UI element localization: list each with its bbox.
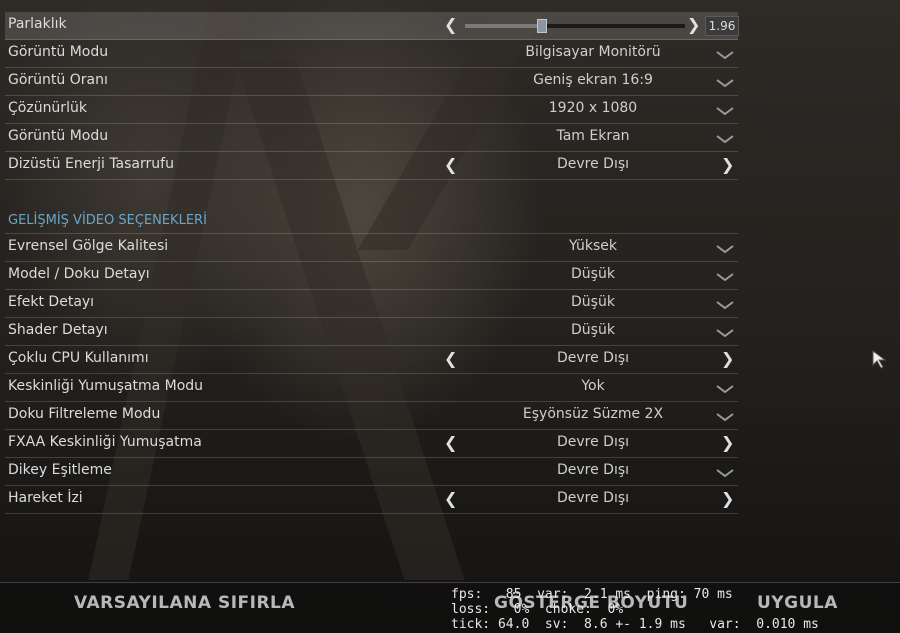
chevron-down-icon[interactable] [716,384,734,394]
setting-label: Görüntü Modu [8,44,109,60]
arrow-left-icon[interactable]: ❮ [444,433,457,453]
setting-row[interactable]: Çözünürlük 1920 x 1080 [5,96,738,124]
setting-value[interactable]: Devre Dışı [448,490,738,506]
setting-row[interactable]: Görüntü Modu Tam Ekran [5,124,738,152]
setting-row[interactable]: FXAA Keskinliği Yumuşatma Devre Dışı ❮ ❯ [5,430,738,458]
arrow-right-icon[interactable]: ❯ [721,155,734,175]
chevron-down-icon[interactable] [716,272,734,282]
setting-row[interactable]: Dikey Eşitleme Devre Dışı [5,458,738,486]
net-graph: fps: 85 var: 2.1 ms ping: 70 ms loss: 0% … [451,587,819,632]
chevron-down-icon[interactable] [716,134,734,144]
setting-row[interactable]: Doku Filtreleme Modu Eşyönsüz Süzme 2X [5,402,738,430]
setting-row[interactable]: Keskinliği Yumuşatma Modu Yok [5,374,738,402]
brightness-row[interactable]: Parlaklık ❮ ❯ 1.96 [5,12,739,40]
reset-defaults-button[interactable]: VARSAYILANA SIFIRLA [74,593,295,613]
chevron-down-icon[interactable] [716,244,734,254]
setting-value[interactable]: Devre Dışı [448,156,738,172]
setting-row[interactable]: Efekt Detayı Düşük [5,290,738,318]
arrow-right-icon[interactable]: ❯ [721,349,734,369]
arrow-right-icon[interactable]: ❯ [687,15,700,35]
setting-label: Shader Detayı [8,322,108,338]
setting-value[interactable]: Yok [448,378,738,394]
setting-label: Dikey Eşitleme [8,462,112,478]
setting-value[interactable]: Düşük [448,322,738,338]
setting-value[interactable]: Eşyönsüz Süzme 2X [448,406,738,422]
advanced-section-title: GELİŞMİŞ VİDEO SEÇENEKLERİ [8,213,207,228]
net-graph-line: loss: 0% choke: 0% [451,602,624,617]
setting-label: Görüntü Modu [8,128,109,144]
arrow-right-icon[interactable]: ❯ [721,433,734,453]
setting-label: Model / Doku Detayı [8,266,150,282]
setting-label: Görüntü Oranı [8,72,108,88]
brightness-label: Parlaklık [8,16,67,32]
setting-value[interactable]: Geniş ekran 16:9 [448,72,738,88]
net-graph-line: fps: 85 var: 2.1 ms ping: 70 ms [451,587,733,602]
basic-settings-list: Görüntü Modu Bilgisayar Monitörü Görüntü O… [5,40,738,180]
chevron-down-icon[interactable] [716,300,734,310]
setting-label: Evrensel Gölge Kalitesi [8,238,169,254]
arrow-left-icon[interactable]: ❮ [444,489,457,509]
arrow-left-icon[interactable]: ❮ [444,15,457,35]
setting-label: Çoklu CPU Kullanımı [8,350,149,366]
setting-label: Efekt Detayı [8,294,95,310]
setting-row[interactable]: Dizüstü Enerji Tasarrufu Devre Dışı ❮ ❯ [5,152,738,180]
brightness-slider-thumb[interactable] [537,19,547,33]
setting-value[interactable]: Tam Ekran [448,128,738,144]
arrow-left-icon[interactable]: ❮ [444,349,457,369]
setting-value[interactable]: Düşük [448,294,738,310]
net-graph-line: tick: 64.0 sv: 8.6 +- 1.9 ms var: 0.010 … [451,617,819,632]
chevron-down-icon[interactable] [716,412,734,422]
setting-row[interactable]: Model / Doku Detayı Düşük [5,262,738,290]
setting-label: Doku Filtreleme Modu [8,406,161,422]
setting-row[interactable]: Shader Detayı Düşük [5,318,738,346]
mouse-pointer-icon [872,350,887,369]
setting-label: FXAA Keskinliği Yumuşatma [8,434,202,450]
chevron-down-icon[interactable] [716,106,734,116]
setting-value[interactable]: Bilgisayar Monitörü [448,44,738,60]
chevron-down-icon[interactable] [716,78,734,88]
arrow-right-icon[interactable]: ❯ [721,489,734,509]
setting-row[interactable]: Görüntü Oranı Geniş ekran 16:9 [5,68,738,96]
setting-label: Keskinliği Yumuşatma Modu [8,378,204,394]
chevron-down-icon[interactable] [716,468,734,478]
chevron-down-icon[interactable] [716,328,734,338]
setting-label: Çözünürlük [8,100,87,116]
setting-value[interactable]: Düşük [448,266,738,282]
setting-row[interactable]: Çoklu CPU Kullanımı Devre Dışı ❮ ❯ [5,346,738,374]
advanced-section-header: GELİŞMİŞ VİDEO SEÇENEKLERİ [5,207,738,234]
setting-value[interactable]: Devre Dışı [448,350,738,366]
setting-value[interactable]: Devre Dışı [448,434,738,450]
setting-label: Hareket İzi [8,490,83,506]
video-settings-panel: Parlaklık ❮ ❯ 1.96 Görüntü Modu Bilgisaya… [5,12,739,514]
setting-row[interactable]: Evrensel Gölge Kalitesi Yüksek [5,234,738,262]
setting-value[interactable]: Devre Dışı [448,462,738,478]
setting-label: Dizüstü Enerji Tasarrufu [8,156,174,172]
advanced-settings-list: Evrensel Gölge Kalitesi Yüksek Model / Dok… [5,234,738,514]
setting-row[interactable]: Hareket İzi Devre Dışı ❮ ❯ [5,486,738,514]
setting-value[interactable]: Yüksek [448,238,738,254]
chevron-down-icon[interactable] [716,50,734,60]
brightness-value: 1.96 [705,16,739,36]
brightness-slider-track[interactable] [465,24,685,28]
arrow-left-icon[interactable]: ❮ [444,155,457,175]
setting-row[interactable]: Görüntü Modu Bilgisayar Monitörü [5,40,738,68]
setting-value[interactable]: 1920 x 1080 [448,100,738,116]
